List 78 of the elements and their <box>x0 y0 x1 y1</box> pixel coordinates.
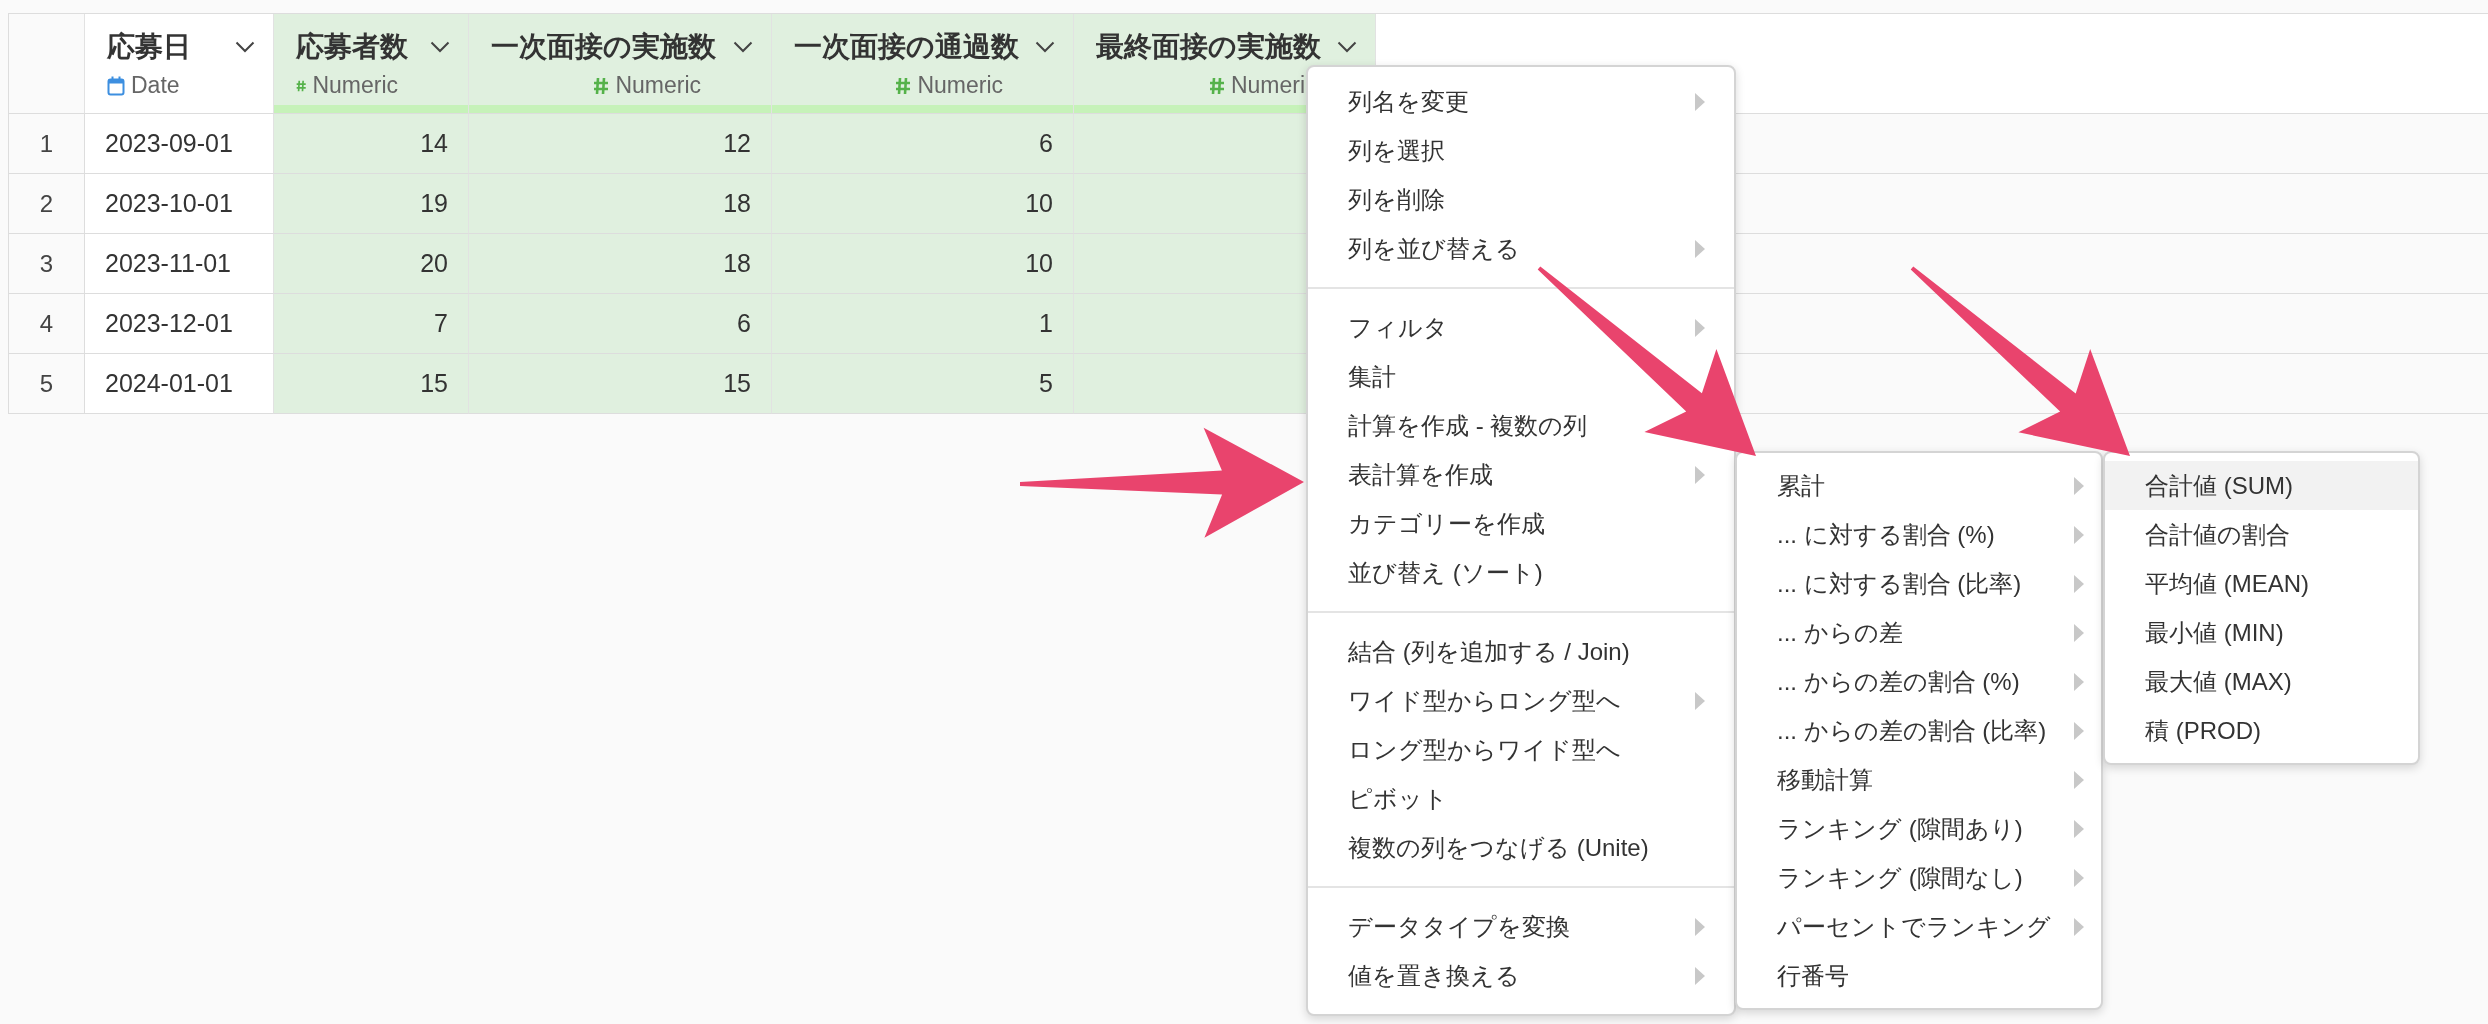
table-cell: 18 <box>469 234 772 294</box>
row-number: 1 <box>9 114 85 174</box>
table-cell: 2023-11-01 <box>85 234 274 294</box>
menu-item[interactable]: 行番号 <box>1777 959 1849 992</box>
column-type: Date <box>131 72 180 99</box>
row-number: 5 <box>9 354 85 414</box>
row-number: 4 <box>9 294 85 354</box>
menu-item[interactable]: データタイプを変換 <box>1348 910 1570 943</box>
menu-item[interactable]: ... からの差の割合 (%) <box>1777 665 2020 698</box>
menu-item[interactable]: 列を並び替える <box>1348 232 1520 265</box>
menu-item[interactable]: ... からの差 <box>1777 616 1903 649</box>
column-header[interactable]: 一次面接の実施数 <box>491 28 753 66</box>
menu-item[interactable]: ... に対する割合 (%) <box>1777 518 1995 551</box>
menu-item[interactable]: ... からの差の割合 (比率) <box>1777 714 2047 747</box>
table-cell: 5 <box>772 354 1074 414</box>
menu-item[interactable]: 累計 <box>1777 469 1825 502</box>
hash-icon <box>895 76 912 95</box>
row-number: 2 <box>9 174 85 234</box>
table-cell: 20 <box>274 234 469 294</box>
menu-item[interactable]: ロング型からワイド型へ <box>1348 733 1621 766</box>
table-cell: 10 <box>772 174 1074 234</box>
chevron-down-icon[interactable] <box>733 41 753 53</box>
table-cell: 10 <box>772 234 1074 294</box>
menu-item[interactable]: 計算を作成 - 複数の列 <box>1348 409 1588 442</box>
column-header[interactable]: 最終面接の実施数 <box>1096 28 1357 66</box>
menu-item[interactable]: 平均値 (MEAN) <box>2105 559 2418 608</box>
chevron-down-icon[interactable] <box>430 41 450 53</box>
table-cell: 12 <box>469 114 772 174</box>
hash-icon <box>593 76 610 95</box>
table-cell: 7 <box>274 294 469 354</box>
menu-item[interactable]: 複数の列をつなげる (Unite) <box>1348 831 1649 864</box>
column-header[interactable]: 応募者数 <box>296 28 450 66</box>
column-type: Numeric <box>615 72 701 99</box>
menu-item[interactable]: 合計値の割合 <box>2105 510 2418 559</box>
menu-item[interactable]: ピボット <box>1348 782 1448 815</box>
row-number: 3 <box>9 234 85 294</box>
menu-item[interactable]: パーセントでランキング <box>1777 910 2051 943</box>
table-cell: 15 <box>274 354 469 414</box>
menu-item[interactable]: 最小値 (MIN) <box>2105 608 2418 657</box>
table-cell: 14 <box>274 114 469 174</box>
menu-item[interactable]: 結合 (列を追加する / Join) <box>1348 635 1630 668</box>
menu-item[interactable]: 積 (PROD) <box>2105 706 2418 755</box>
menu-item[interactable]: 列を選択 <box>1348 134 1445 167</box>
table-cell: 2024-01-01 <box>85 354 274 414</box>
table-cell: 19 <box>274 174 469 234</box>
menu-item[interactable]: 最大値 (MAX) <box>2105 657 2418 706</box>
chevron-down-icon[interactable] <box>235 41 255 53</box>
column-type: Numeri <box>1230 72 1305 99</box>
menu-item[interactable]: ... に対する割合 (比率) <box>1777 567 2022 600</box>
column-type: Numeric <box>312 72 398 99</box>
table-cell: 2023-12-01 <box>85 294 274 354</box>
column-type: Numeric <box>917 72 1003 99</box>
chevron-down-icon[interactable] <box>1337 41 1357 53</box>
column-header[interactable]: 一次面接の通過数 <box>794 28 1055 66</box>
menu-item[interactable]: ワイド型からロング型へ <box>1348 684 1621 717</box>
menu-item[interactable]: フィルタ <box>1348 311 1448 344</box>
table-cell: 1 <box>772 294 1074 354</box>
menu-item[interactable]: ランキング (隙間なし) <box>1777 861 2023 894</box>
table-cell: 2023-09-01 <box>85 114 274 174</box>
table-cell: 18 <box>469 174 772 234</box>
menu-item[interactable]: 移動計算 <box>1777 763 1873 796</box>
menu-item[interactable]: 列を削除 <box>1348 183 1445 216</box>
menu-item[interactable]: 列名を変更 <box>1348 85 1469 118</box>
menu-item[interactable]: 値を置き換える <box>1348 959 1520 992</box>
menu-item[interactable]: カテゴリーを作成 <box>1348 507 1545 540</box>
menu-item[interactable]: ランキング (隙間あり) <box>1777 812 2023 845</box>
calendar-icon <box>107 75 125 96</box>
menu-item[interactable]: 並び替え (ソート) <box>1348 556 1543 589</box>
hash-icon <box>1208 76 1225 95</box>
column-header[interactable]: 応募日 <box>107 28 255 66</box>
menu-item[interactable]: 集計 <box>1348 360 1396 393</box>
menu-item[interactable]: 合計値 (SUM) <box>2105 461 2418 510</box>
menu-item[interactable]: 表計算を作成 <box>1348 458 1493 491</box>
chevron-down-icon[interactable] <box>1035 41 1055 53</box>
table-cell: 6 <box>772 114 1074 174</box>
table-cell: 6 <box>469 294 772 354</box>
table-cell: 2023-10-01 <box>85 174 274 234</box>
table-cell: 15 <box>469 354 772 414</box>
